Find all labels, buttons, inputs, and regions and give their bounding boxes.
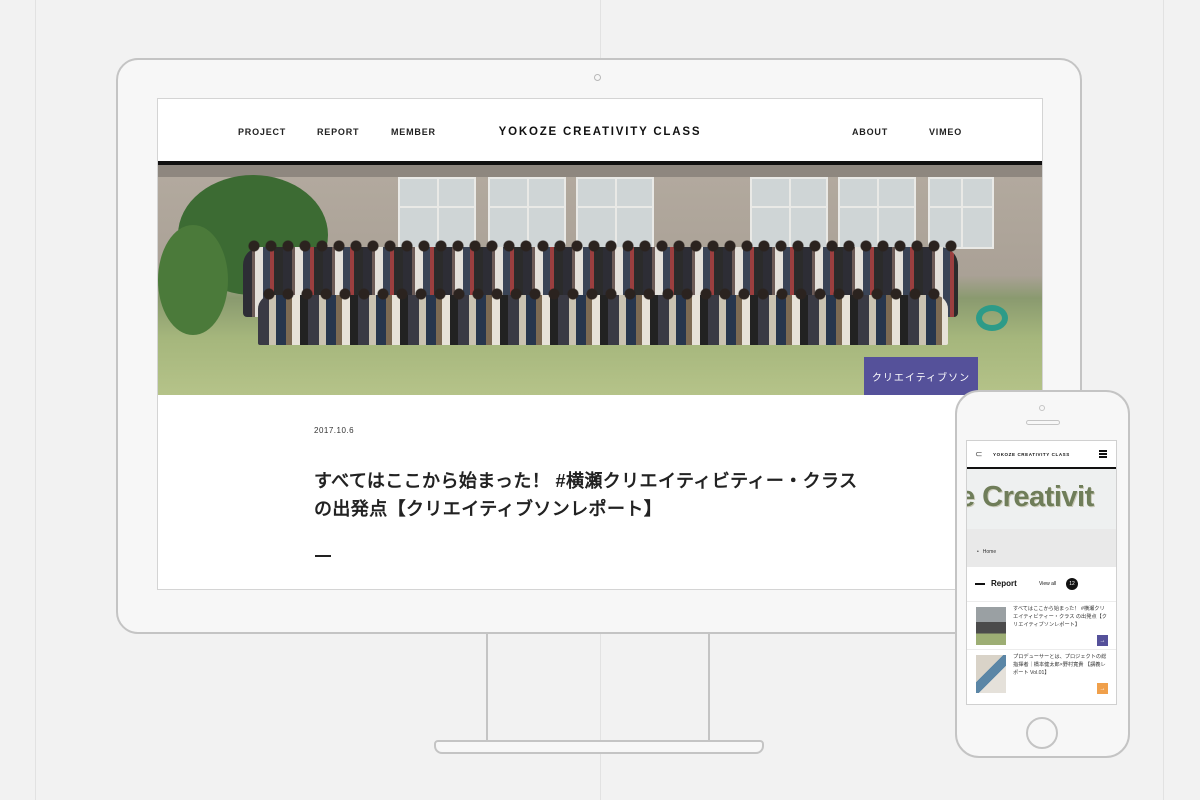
post-title-line: すべてはここから始まった！ #横瀬クリエイティビティー・クラス (314, 471, 858, 491)
nav-link-report[interactable]: REPORT (317, 127, 359, 137)
nav-link-about[interactable]: ABOUT (852, 127, 888, 137)
arrow-right-icon[interactable]: → (1097, 683, 1108, 694)
mobile-site-logo[interactable]: YOKOZE CREATIVITY CLASS (993, 452, 1070, 457)
article-thumbnail (976, 655, 1006, 693)
section-title: Report (991, 579, 1017, 588)
article-thumbnail (976, 607, 1006, 645)
playground-tire (976, 305, 1008, 331)
article-title: プロデューサーとは、プロジェクトの総指揮者｜橋本健太郎×野村寛貴 【講義レポート… (1013, 654, 1107, 676)
post-title: すべてはここから始まった！ #横瀬クリエイティビティー・クラス の出発点【クリエ… (314, 467, 904, 523)
monitor-stand-base (434, 740, 764, 754)
count-badge: 12 (1066, 578, 1078, 590)
hamburger-menu-icon[interactable] (1099, 450, 1107, 458)
site-header: PROJECT REPORT MEMBER YOKOZE CREATIVITY … (158, 99, 1042, 165)
arrow-right-icon[interactable]: → (1097, 635, 1108, 646)
mobile-screen: ⊂ YOKOZE CREATIVITY CLASS ze Creativit H… (966, 440, 1117, 705)
list-item[interactable]: すべてはここから始まった！ #横瀬クリエイティビティー・クラス の出発点【クリエ… (967, 601, 1116, 648)
hero-group-photo: クリエイティブソン (158, 165, 1042, 395)
report-section-header: Report View all 12 (967, 567, 1116, 597)
nav-link-project[interactable]: PROJECT (238, 127, 286, 137)
monitor-camera-icon (594, 74, 601, 81)
desktop-screen: PROJECT REPORT MEMBER YOKOZE CREATIVITY … (157, 98, 1043, 590)
category-badge[interactable]: クリエイティブソン (864, 357, 978, 395)
crowd-heads (262, 287, 942, 301)
nav-link-member[interactable]: MEMBER (391, 127, 436, 137)
monitor-stand (486, 634, 710, 742)
crowd-heads (248, 239, 958, 253)
mobile-header: ⊂ YOKOZE CREATIVITY CLASS (967, 441, 1116, 469)
section-dash (975, 583, 985, 585)
title-divider (315, 555, 331, 557)
mobile-hero: ze Creativit (967, 469, 1116, 529)
phone-speaker (1026, 420, 1060, 425)
phone-home-button[interactable] (1026, 717, 1058, 749)
site-logo[interactable]: YOKOZE CREATIVITY CLASS (158, 126, 1042, 138)
tree (158, 225, 228, 335)
post-date: 2017.10.6 (314, 426, 355, 435)
background-guide (1163, 0, 1164, 800)
breadcrumb: Home (967, 529, 1116, 567)
article-title: すべてはここから始まった！ #横瀬クリエイティビティー・クラス の出発点【クリエ… (1013, 606, 1107, 628)
view-all-link[interactable]: View all (1039, 581, 1056, 587)
nav-link-vimeo[interactable]: VIMEO (929, 127, 962, 137)
post-title-line: の出発点【クリエイティブソンレポート】 (314, 499, 663, 519)
mobile-hero-text: ze Creativit (967, 481, 1094, 513)
background-guide (35, 0, 36, 800)
phone-camera-icon (1039, 405, 1045, 411)
building-roof (158, 165, 1042, 177)
list-item[interactable]: プロデューサーとは、プロジェクトの総指揮者｜橋本健太郎×野村寛貴 【講義レポート… (967, 649, 1116, 696)
crowd-front-row (258, 295, 948, 345)
parenthesis-back-icon[interactable]: ⊂ (975, 449, 983, 460)
breadcrumb-home[interactable]: Home (977, 549, 996, 555)
